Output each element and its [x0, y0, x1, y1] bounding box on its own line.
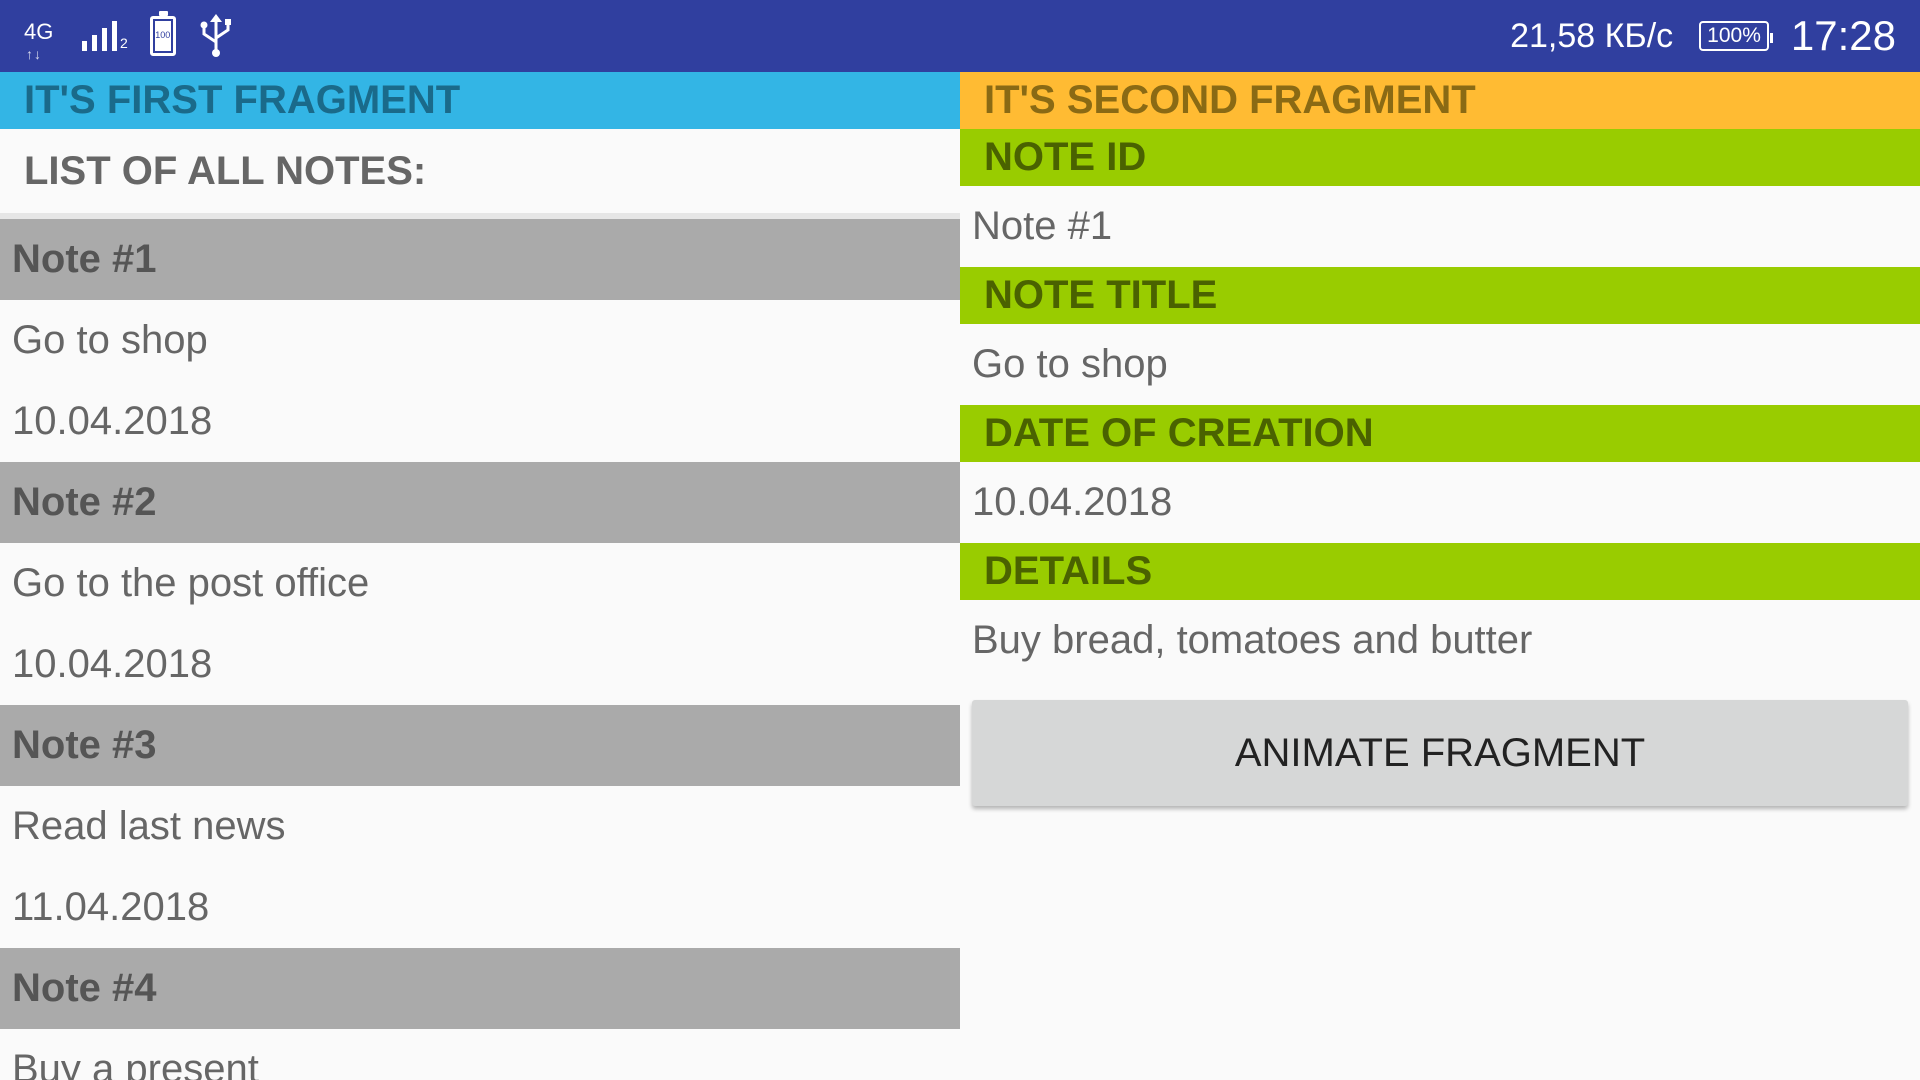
net-speed: 21,58 КБ/с [1510, 16, 1674, 55]
usb-icon [198, 14, 234, 58]
note-title[interactable]: Go to the post office [0, 543, 960, 624]
note-date[interactable]: 10.04.2018 [0, 381, 960, 462]
note-date[interactable]: 10.04.2018 [0, 624, 960, 705]
note-id[interactable]: Note #4 [0, 948, 960, 1029]
note-date[interactable]: 11.04.2018 [0, 867, 960, 948]
second-fragment-header: IT'S SECOND FRAGMENT [960, 72, 1920, 129]
battery-percent: 100% [1699, 21, 1773, 51]
note-id[interactable]: Note #1 [0, 219, 960, 300]
note-title-label: NOTE TITLE [960, 267, 1920, 324]
note-id-label: NOTE ID [960, 129, 1920, 186]
note-title-value: Go to shop [972, 342, 1168, 386]
sim-slot-label: 2 [120, 35, 128, 51]
network-type-label: 4G [24, 19, 54, 44]
animate-fragment-button[interactable]: ANIMATE FRAGMENT [972, 700, 1908, 806]
second-fragment: IT'S SECOND FRAGMENT NOTE ID Note #1 NOT… [960, 72, 1920, 1080]
list-item[interactable]: Note #3 Read last news 11.04.2018 [0, 705, 960, 948]
note-id[interactable]: Note #2 [0, 462, 960, 543]
list-item[interactable]: Note #2 Go to the post office 10.04.2018 [0, 462, 960, 705]
status-bar: 4G ↑↓ 2 100 21,58 КБ/с 100% 17:28 [0, 0, 1920, 72]
note-title[interactable]: Buy a present [0, 1029, 960, 1080]
list-item[interactable]: Note #1 Go to shop 10.04.2018 [0, 219, 960, 462]
list-item[interactable]: Note #4 Buy a present [0, 948, 960, 1080]
details-label: DETAILS [960, 543, 1920, 600]
first-fragment-header: IT'S FIRST FRAGMENT [0, 72, 960, 129]
first-fragment: IT'S FIRST FRAGMENT LIST OF ALL NOTES: N… [0, 72, 960, 1080]
battery-icon: 100 [149, 11, 176, 56]
date-of-creation-label: DATE OF CREATION [960, 405, 1920, 462]
note-id-value: Note #1 [972, 204, 1113, 248]
details-value: Buy bread, tomatoes and butter [972, 618, 1533, 662]
date-of-creation-value: 10.04.2018 [972, 480, 1173, 524]
clock: 17:28 [1790, 12, 1896, 59]
notes-list[interactable]: Note #1 Go to shop 10.04.2018 Note #2 Go… [0, 219, 960, 1080]
note-id[interactable]: Note #3 [0, 705, 960, 786]
note-title[interactable]: Read last news [0, 786, 960, 867]
battery-icon-level: 100 [155, 30, 171, 40]
notes-list-title: LIST OF ALL NOTES: [0, 129, 960, 219]
signal-icon: 2 [82, 21, 128, 51]
note-title[interactable]: Go to shop [0, 300, 960, 381]
network-type-icon: 4G ↑↓ [24, 19, 54, 62]
